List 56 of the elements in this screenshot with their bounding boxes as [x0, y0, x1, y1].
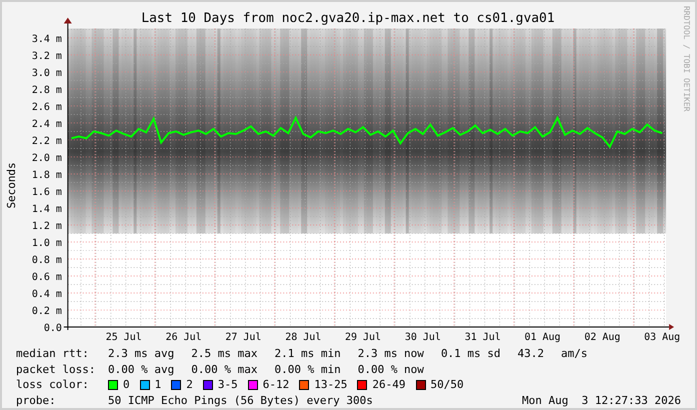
y-tick-label: 0.4 m [32, 289, 62, 300]
loss-color-label: 0 [123, 378, 130, 392]
loss-color-label: 1 [154, 378, 162, 392]
y-tick-label: 3.2 m [32, 50, 62, 62]
y-tick-label: 2.2 m [32, 136, 62, 147]
x-tick-label: 01 Aug [524, 332, 561, 343]
y-tick-label: 1.2 m [32, 220, 62, 232]
legend-label: packet loss: [16, 362, 96, 376]
y-tick-label: 2.4 m [32, 118, 62, 130]
y-tick-label: 3.4 m [32, 34, 62, 45]
loss-color-label: 50/50 [430, 378, 464, 392]
y-tick-label: 0.8 m [32, 255, 62, 266]
stat-value: 2.5 ms max [191, 347, 258, 360]
y-tick-label: 2.6 m [32, 102, 62, 113]
chart-title: Last 10 Days from noc2.gva20.ip-max.net to cs01.gva01 [141, 10, 555, 26]
y-tick-label: 1.0 m [32, 238, 62, 249]
x-tick-label: 02 Aug [584, 332, 620, 343]
stat-value: 2.1 ms min [274, 347, 341, 360]
x-tick-label: 30 Jul [404, 332, 441, 343]
x-tick-label: 27 Jul [225, 332, 262, 343]
loss-color-label: 6-12 [262, 378, 290, 392]
x-tick-label: 31 Jul [464, 332, 501, 343]
x-tick-label: 28 Jul [285, 332, 322, 343]
x-tick-label: 25 Jul [106, 332, 142, 343]
y-tick-label: 1.6 m [32, 186, 62, 198]
y-tick-label: 2.8 m [32, 84, 62, 96]
y-tick-label: 3.0 m [32, 68, 62, 79]
credit-text: RRDTOOL / TOBI OETIKER [682, 6, 692, 112]
stat-value: 0.00 % now [358, 362, 424, 376]
stat-value: 2.3 ms avg [108, 347, 174, 360]
stat-value: 2.3 ms now [358, 347, 424, 360]
probe-text: 50 ICMP Echo Pings (56 Bytes) every 300s [108, 394, 373, 407]
y-tick-label: 2.0 m [32, 152, 62, 164]
legend-label: loss color: [16, 378, 90, 392]
stat-value: 0.00 % max [191, 362, 258, 376]
stat-value: am/s [561, 347, 588, 360]
y-tick-label: 0.6 m [32, 272, 62, 283]
legend-label: median rtt: [16, 347, 90, 360]
y-tick-label: 1.4 m [32, 204, 62, 215]
y-tick-label: 0.2 m [32, 306, 62, 318]
x-tick-label: 03 Aug [644, 332, 680, 343]
stat-value: 0.1 ms sd [440, 347, 501, 360]
loss-color-label: 13-25 [314, 378, 348, 392]
y-axis-label: Seconds [4, 162, 18, 209]
y-tick-label: 1.8 m [32, 170, 62, 181]
x-tick-label: 29 Jul [345, 332, 382, 343]
stat-value: 0.00 % min [274, 362, 341, 376]
loss-color-label: 3-5 [218, 378, 238, 392]
x-tick-label: 26 Jul [166, 332, 202, 343]
stat-value: 0.00 % avg [108, 362, 174, 376]
legend-label: probe: [16, 394, 57, 407]
stat-value: 43.2 [518, 347, 544, 360]
y-tick-label: 0.0 [44, 323, 62, 334]
loss-color-label: 2 [186, 378, 193, 392]
timestamp: Mon Aug 3 12:27:33 2026 [522, 394, 681, 407]
loss-color-label: 26-49 [372, 378, 406, 392]
